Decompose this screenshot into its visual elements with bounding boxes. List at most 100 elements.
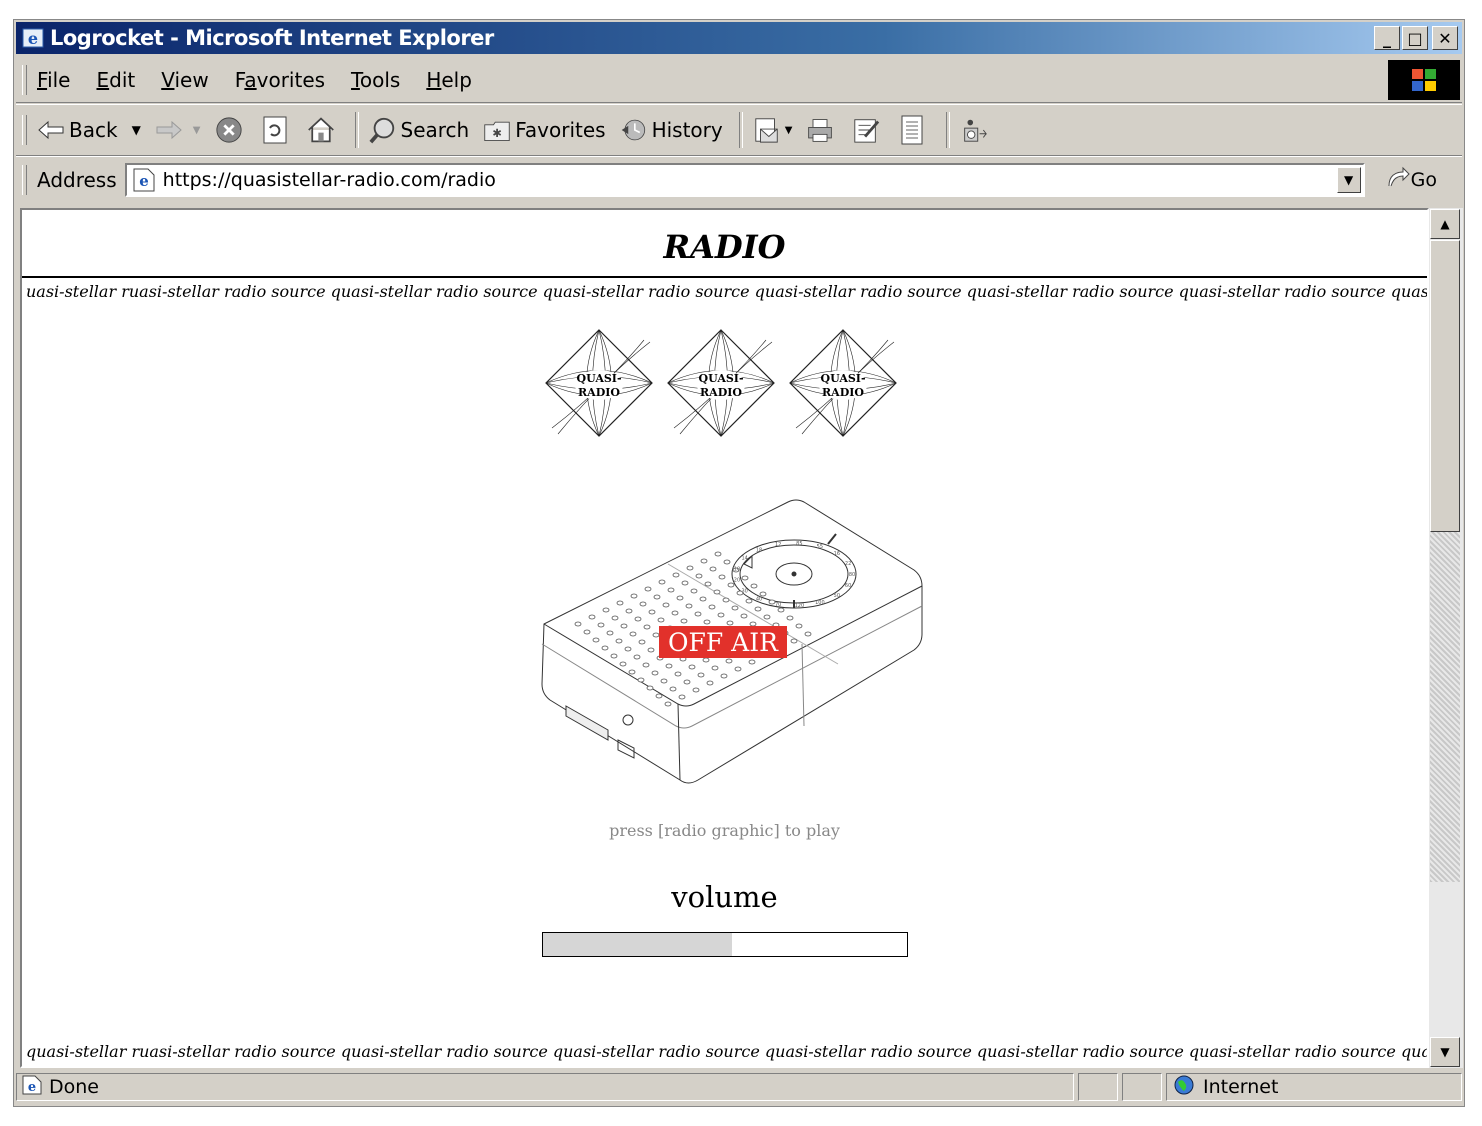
status-zone: Internet	[1166, 1073, 1462, 1101]
speaker-hole	[686, 565, 694, 571]
back-button[interactable]: Back ▼	[37, 116, 141, 144]
speaker-hole	[714, 551, 722, 557]
status-pane-security	[1122, 1073, 1162, 1101]
minimize-icon: _	[1383, 28, 1391, 48]
title-divider	[22, 276, 1427, 278]
home-icon	[307, 116, 335, 144]
favorites-button[interactable]: ✱ Favorites	[483, 116, 606, 144]
logo-row: QUASI- RADIO QUASI- RADIO QUASI- RADIO	[544, 328, 898, 438]
menu-help[interactable]: Help	[426, 68, 472, 92]
speaker-hole	[602, 607, 610, 613]
search-button[interactable]: Search	[368, 116, 469, 144]
discuss-button[interactable]	[898, 115, 930, 145]
menu-favorites[interactable]: Favorites	[235, 68, 325, 92]
speaker-hole	[726, 620, 734, 626]
svg-text:✱: ✱	[492, 126, 502, 140]
browser-window: e Logrocket - Microsoft Internet Explore…	[13, 19, 1465, 1107]
speaker-hole	[651, 670, 659, 676]
go-button[interactable]: Go	[1385, 166, 1437, 195]
forward-arrow-icon	[155, 116, 183, 144]
speaker-hole	[676, 595, 684, 601]
speaker-hole	[713, 589, 721, 595]
globe-icon	[1173, 1074, 1195, 1101]
speaker-hole	[619, 661, 627, 667]
mail-button[interactable]: ▼	[753, 116, 793, 144]
speaker-hole	[664, 701, 672, 707]
speaker-hole	[637, 677, 645, 683]
speaker-hole	[720, 673, 728, 679]
menu-file[interactable]: File	[37, 68, 70, 92]
refresh-icon	[261, 116, 289, 144]
messenger-button[interactable]	[960, 116, 992, 144]
speaker-hole	[638, 639, 646, 645]
menu-tools[interactable]: Tools	[351, 68, 400, 92]
history-button[interactable]: History	[620, 116, 723, 144]
close-button[interactable]: ✕	[1432, 26, 1458, 50]
vertical-scrollbar[interactable]: ▲ ▼	[1429, 208, 1463, 1068]
speaker-hole	[699, 596, 707, 602]
speaker-hole	[722, 597, 730, 603]
standard-toolbar: Back ▼ ▼ Search ✱ Favorites History ▼	[16, 104, 1462, 156]
menu-edit[interactable]: Edit	[96, 68, 135, 92]
address-dropdown-button[interactable]: ▼	[1336, 167, 1361, 193]
scroll-up-button[interactable]: ▲	[1430, 209, 1460, 239]
zone-text: Internet	[1203, 1076, 1279, 1098]
svg-text:QUASI-: QUASI-	[698, 372, 743, 385]
back-dropdown-icon[interactable]: ▼	[132, 123, 141, 137]
maximize-icon: □	[1407, 28, 1423, 48]
dial-number: 120	[795, 603, 805, 609]
chevron-down-icon: ▼	[1440, 1045, 1450, 1059]
speaker-hole	[748, 659, 756, 665]
minimize-button[interactable]: _	[1374, 26, 1400, 50]
title-bar[interactable]: e Logrocket - Microsoft Internet Explore…	[16, 22, 1462, 54]
address-input[interactable]: e https://quasistellar-radio.com/radio ▼	[124, 163, 1365, 197]
speaker-hole	[674, 671, 682, 677]
speaker-hole	[703, 619, 711, 625]
speaker-hole	[665, 663, 673, 669]
ie-logo-icon: e	[22, 27, 44, 49]
speaker-hole	[681, 580, 689, 586]
speaker-hole	[692, 687, 700, 693]
speaker-hole	[646, 685, 654, 691]
speaker-hole	[653, 594, 661, 600]
dial-number: 40	[756, 597, 762, 603]
menu-view[interactable]: View	[161, 68, 208, 92]
speaker-hole	[574, 621, 582, 627]
dial-number: 80	[849, 572, 855, 578]
speaker-hole	[606, 630, 614, 636]
print-button[interactable]	[806, 116, 838, 144]
dial-number: 22	[845, 561, 851, 567]
mail-icon	[753, 116, 781, 144]
speaker-hole	[672, 572, 680, 578]
speaker-hole	[597, 622, 605, 628]
dial-number: 100	[815, 600, 825, 606]
dial-number: 10	[734, 566, 740, 572]
speaker-hole	[723, 559, 731, 565]
quasi-radio-logo: QUASI- RADIO	[544, 328, 654, 438]
speaker-hole	[633, 654, 641, 660]
speaker-hole	[795, 623, 803, 629]
speaker-hole	[647, 647, 655, 653]
dial-number: 20	[734, 578, 740, 584]
scroll-track[interactable]	[1430, 532, 1460, 882]
speaker-hole	[680, 618, 688, 624]
speaker-hole	[678, 694, 686, 700]
edit-button[interactable]	[852, 116, 884, 144]
favorites-star-icon: ✱	[483, 116, 511, 144]
forward-dropdown-icon[interactable]: ▼	[193, 125, 201, 136]
mail-dropdown-icon[interactable]: ▼	[785, 125, 793, 136]
speaker-hole	[694, 611, 702, 617]
maximize-button[interactable]: □	[1402, 26, 1428, 50]
volume-slider[interactable]	[542, 932, 908, 957]
refresh-button[interactable]	[261, 116, 293, 144]
stop-icon	[215, 116, 243, 144]
forward-button[interactable]: ▼	[155, 116, 201, 144]
home-button[interactable]	[307, 116, 339, 144]
scroll-thumb[interactable]	[1430, 240, 1460, 532]
speaker-hole	[683, 679, 691, 685]
messenger-icon	[960, 116, 988, 144]
speaker-hole	[695, 573, 703, 579]
speaker-hole	[745, 598, 753, 604]
stop-button[interactable]	[215, 116, 247, 144]
scroll-down-button[interactable]: ▼	[1430, 1037, 1460, 1067]
